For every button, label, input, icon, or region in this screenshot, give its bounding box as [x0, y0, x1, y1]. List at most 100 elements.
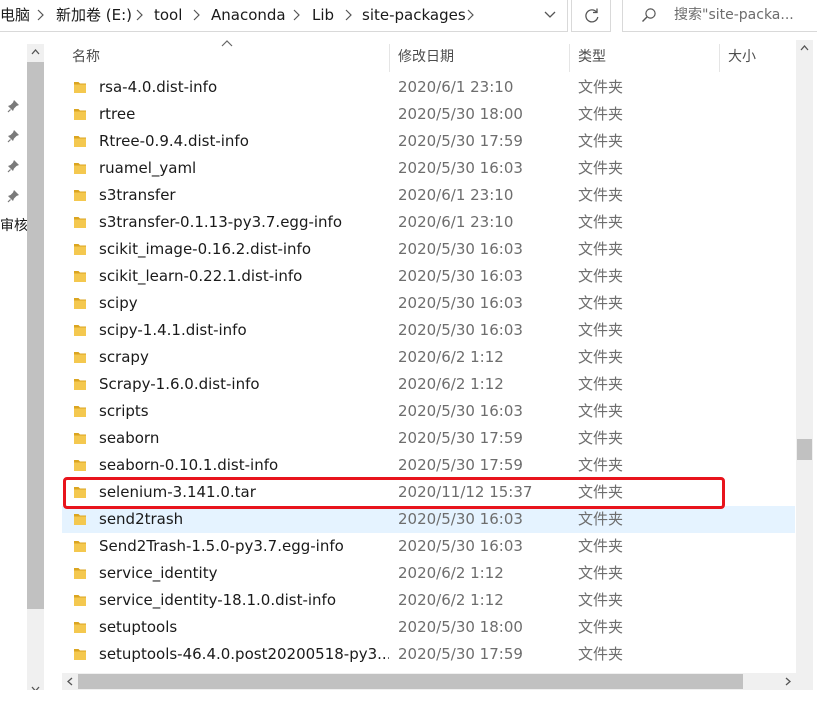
cell-type: 文件夹: [578, 348, 624, 366]
cell-modified: 2020/5/30 17:59: [398, 132, 523, 150]
table-row[interactable]: s3transfer 2020/6/1 23:10 文件夹: [62, 182, 795, 209]
table-row[interactable]: scikit_image-0.16.2.dist-info 2020/5/30 1…: [62, 236, 795, 263]
cell-name: scipy: [99, 294, 138, 312]
cell-type: 文件夹: [578, 132, 624, 150]
cell-modified: 2020/6/1 23:10: [398, 213, 514, 231]
cell-modified: 2020/5/30 16:03: [398, 537, 523, 555]
cell-type: 文件夹: [578, 159, 624, 177]
pin-icon[interactable]: [7, 189, 21, 203]
table-row[interactable]: Scrapy-1.6.0.dist-info 2020/6/2 1:12 文件夹: [62, 371, 795, 398]
horizontal-scrollbar-thumb[interactable]: [78, 674, 743, 689]
cell-name: ruamel_yaml: [99, 159, 197, 177]
column-divider[interactable]: [719, 44, 720, 72]
chevron-right-icon[interactable]: [136, 7, 144, 23]
folder-icon: [74, 352, 86, 363]
chevron-down-icon[interactable]: [540, 6, 560, 24]
nav-item-label[interactable]: 审核: [0, 215, 27, 235]
scroll-up-arrow-icon[interactable]: [27, 44, 44, 61]
table-row-highlighted[interactable]: selenium-3.141.0.tar 2020/11/12 15:37 文件夹: [62, 479, 795, 506]
cell-name: selenium-3.141.0.tar: [99, 483, 256, 501]
scroll-left-arrow-icon[interactable]: [62, 673, 78, 690]
table-row[interactable]: rtree 2020/5/30 18:00 文件夹: [62, 101, 795, 128]
vertical-scrollbar[interactable]: [796, 40, 813, 709]
table-row[interactable]: seaborn-0.10.1.dist-info 2020/5/30 17:59 文…: [62, 452, 795, 479]
cell-modified: 2020/6/1 23:10: [398, 78, 514, 96]
column-header-name[interactable]: 名称: [72, 40, 100, 74]
breadcrumb-this-pc[interactable]: 电脑: [0, 0, 30, 30]
chevron-right-icon[interactable]: [37, 7, 45, 23]
chevron-right-icon[interactable]: [293, 7, 301, 23]
horizontal-scrollbar[interactable]: [62, 673, 796, 690]
cell-modified: 2020/6/2 1:12: [398, 591, 504, 609]
column-divider[interactable]: [569, 44, 570, 72]
chevron-right-icon[interactable]: [467, 7, 475, 23]
cell-modified: 2020/5/30 18:00: [398, 105, 523, 123]
cell-modified: 2020/5/30 17:59: [398, 645, 523, 663]
cell-name: scikit_image-0.16.2.dist-info: [99, 240, 312, 258]
cell-name: rtree: [99, 105, 136, 123]
scroll-right-arrow-icon[interactable]: [780, 673, 796, 690]
search-input[interactable]: 搜索"site-packa...: [622, 0, 817, 32]
cell-modified: 2020/6/2 1:12: [398, 375, 504, 393]
table-row[interactable]: scipy 2020/5/30 16:03 文件夹: [62, 290, 795, 317]
pin-icon[interactable]: [7, 99, 21, 113]
column-header-type[interactable]: 类型: [578, 40, 606, 74]
folder-icon: [74, 109, 86, 120]
table-row[interactable]: Rtree-0.9.4.dist-info 2020/5/30 17:59 文件夹: [62, 128, 795, 155]
table-row[interactable]: setuptools 2020/5/30 18:00 文件夹: [62, 614, 795, 641]
address-toolbar: 电脑 新加卷 (E:) tool Anaconda Lib site-packa…: [0, 0, 817, 34]
breadcrumb-site-packages[interactable]: site-packages: [362, 0, 466, 30]
cell-name: service_identity-18.1.0.dist-info: [99, 591, 337, 609]
address-bar[interactable]: 电脑 新加卷 (E:) tool Anaconda Lib site-packa…: [0, 0, 568, 32]
column-divider[interactable]: [389, 44, 390, 72]
table-row[interactable]: rsa-4.0.dist-info 2020/6/1 23:10 文件夹: [62, 74, 795, 101]
cell-modified: 2020/6/1 23:10: [398, 186, 514, 204]
table-row[interactable]: Send2Trash-1.5.0-py3.7.egg-info 2020/5/30…: [62, 533, 795, 560]
table-row[interactable]: scikit_learn-0.22.1.dist-info 2020/5/30 1…: [62, 263, 795, 290]
cell-type: 文件夹: [578, 429, 624, 447]
cell-type: 文件夹: [578, 78, 624, 96]
chevron-right-icon[interactable]: [345, 7, 353, 23]
table-row[interactable]: service_identity-18.1.0.dist-info 2020/6/…: [62, 587, 795, 614]
cell-name: rsa-4.0.dist-info: [99, 78, 218, 96]
column-header-modified[interactable]: 修改日期: [398, 40, 454, 74]
nav-scrollbar-thumb[interactable]: [27, 62, 44, 609]
folder-icon: [74, 82, 86, 93]
cell-name: seaborn: [99, 429, 160, 447]
breadcrumb-drive[interactable]: 新加卷 (E:): [56, 0, 132, 30]
vertical-scrollbar-thumb[interactable]: [797, 439, 812, 460]
chevron-right-icon[interactable]: [193, 7, 201, 23]
cell-name: send2trash: [99, 510, 184, 528]
table-row[interactable]: scipy-1.4.1.dist-info 2020/5/30 16:03 文件夹: [62, 317, 795, 344]
scroll-up-arrow-icon[interactable]: [796, 40, 813, 57]
folder-icon: [74, 622, 86, 633]
breadcrumb-lib[interactable]: Lib: [312, 0, 334, 30]
cell-type: 文件夹: [578, 618, 624, 636]
status-strip: [0, 690, 817, 709]
cell-modified: 2020/11/12 15:37: [398, 483, 533, 501]
cell-type: 文件夹: [578, 510, 624, 528]
table-row[interactable]: setuptools-46.4.0.post20200518-py3... 202…: [62, 641, 795, 668]
table-row[interactable]: scrapy 2020/6/2 1:12 文件夹: [62, 344, 795, 371]
refresh-button[interactable]: [571, 0, 611, 32]
cell-type: 文件夹: [578, 240, 624, 258]
cell-type: 文件夹: [578, 321, 624, 339]
search-icon: [642, 8, 656, 22]
folder-icon: [74, 190, 86, 201]
cell-modified: 2020/6/2 1:12: [398, 564, 504, 582]
cell-modified: 2020/5/30 17:59: [398, 429, 523, 447]
table-row[interactable]: send2trash 2020/5/30 16:03 文件夹: [62, 506, 795, 533]
folder-icon: [74, 163, 86, 174]
folder-icon: [74, 568, 86, 579]
pin-icon[interactable]: [7, 129, 21, 143]
table-row[interactable]: s3transfer-0.1.13-py3.7.egg-info 2020/6/1…: [62, 209, 795, 236]
table-row[interactable]: ruamel_yaml 2020/5/30 16:03 文件夹: [62, 155, 795, 182]
cell-type: 文件夹: [578, 186, 624, 204]
breadcrumb-tool[interactable]: tool: [154, 0, 182, 30]
breadcrumb-anaconda[interactable]: Anaconda: [211, 0, 286, 30]
table-row[interactable]: seaborn 2020/5/30 17:59 文件夹: [62, 425, 795, 452]
column-header-size[interactable]: 大小: [728, 40, 756, 74]
pin-icon[interactable]: [7, 159, 21, 173]
table-row[interactable]: service_identity 2020/6/2 1:12 文件夹: [62, 560, 795, 587]
table-row[interactable]: scripts 2020/5/30 16:03 文件夹: [62, 398, 795, 425]
